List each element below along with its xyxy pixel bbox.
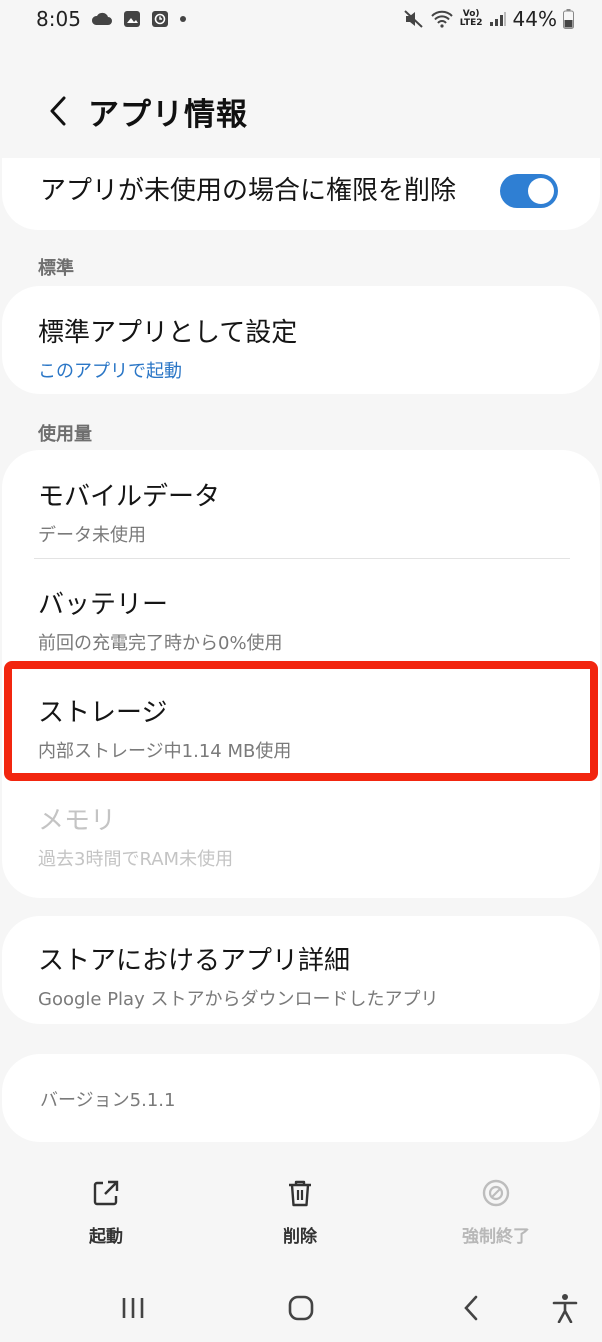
battery-title: バッテリー bbox=[38, 590, 169, 620]
memory-title: メモリ bbox=[38, 806, 117, 836]
battery-icon bbox=[563, 9, 574, 29]
mobile-data-item[interactable]: モバイルデータ データ未使用 bbox=[38, 476, 220, 547]
signal-icon bbox=[489, 11, 507, 27]
battery-item[interactable]: バッテリー 前回の充電完了時から0%使用 bbox=[38, 584, 283, 655]
chevron-left-icon bbox=[50, 96, 66, 126]
permission-card[interactable]: アプリが未使用の場合に権限を削除 bbox=[2, 158, 600, 230]
uninstall-label: 削除 bbox=[283, 1227, 317, 1247]
status-time: 8:05 bbox=[36, 7, 81, 31]
force-stop-label: 強制終了 bbox=[462, 1227, 530, 1247]
battery-sub: 前回の充電完了時から0%使用 bbox=[38, 633, 283, 654]
force-stop-button[interactable]: 強制終了 bbox=[436, 1178, 556, 1247]
section-label-usage: 使用量 bbox=[38, 424, 92, 445]
mobile-data-title: モバイルデータ bbox=[38, 482, 221, 512]
store-details-title: ストアにおけるアプリ詳細 bbox=[38, 946, 351, 976]
version-label: バージョン5.1.1 bbox=[40, 1090, 176, 1111]
system-nav-bar bbox=[0, 1280, 602, 1332]
default-app-sub: このアプリで起動 bbox=[38, 361, 182, 382]
storage-highlight-box bbox=[4, 661, 598, 781]
block-icon bbox=[482, 1179, 510, 1207]
gallery-icon bbox=[123, 10, 141, 28]
default-app-item[interactable]: 標準アプリとして設定 このアプリで起動 bbox=[38, 312, 297, 383]
open-button[interactable]: 起動 bbox=[46, 1178, 166, 1247]
back-button[interactable] bbox=[28, 81, 88, 141]
wifi-icon bbox=[430, 10, 454, 28]
trash-icon bbox=[289, 1180, 311, 1207]
default-app-card[interactable]: 標準アプリとして設定 このアプリで起動 bbox=[2, 286, 600, 394]
memory-sub: 過去3時間でRAM未使用 bbox=[38, 849, 234, 870]
status-bar: 8:05 Vo) LTE2 44% bbox=[0, 0, 602, 38]
remove-permissions-label: アプリが未使用の場合に権限を削除 bbox=[40, 176, 457, 206]
notification-dot-icon bbox=[179, 15, 187, 23]
cloud-icon bbox=[91, 12, 113, 26]
accessibility-button[interactable] bbox=[540, 1290, 590, 1326]
battery-percent: 44% bbox=[512, 7, 557, 31]
network-type-label: Vo) LTE2 bbox=[459, 9, 483, 28]
divider bbox=[34, 558, 570, 559]
back-icon bbox=[464, 1295, 478, 1321]
mute-icon bbox=[404, 10, 424, 28]
uninstall-button[interactable]: 削除 bbox=[240, 1178, 360, 1247]
page-title: アプリ情報 bbox=[88, 96, 248, 133]
memory-item[interactable]: メモリ 過去3時間でRAM未使用 bbox=[38, 800, 233, 871]
remove-permissions-toggle[interactable] bbox=[500, 174, 558, 208]
open-external-icon bbox=[93, 1180, 119, 1206]
section-label-default: 標準 bbox=[38, 258, 74, 279]
store-card[interactable]: ストアにおけるアプリ詳細 Google Play ストアからダウンロードしたアプ… bbox=[2, 916, 600, 1024]
home-button[interactable] bbox=[276, 1290, 326, 1326]
open-label: 起動 bbox=[89, 1227, 123, 1247]
store-details-sub: Google Play ストアからダウンロードしたアプリ bbox=[38, 989, 439, 1010]
clock-app-icon bbox=[151, 10, 169, 28]
mobile-data-sub: データ未使用 bbox=[38, 525, 146, 546]
recents-button[interactable] bbox=[108, 1290, 158, 1326]
accessibility-icon bbox=[552, 1294, 578, 1323]
home-icon bbox=[288, 1295, 314, 1321]
version-card: バージョン5.1.1 bbox=[2, 1054, 600, 1142]
nav-back-button[interactable] bbox=[446, 1290, 496, 1326]
recents-icon bbox=[122, 1298, 144, 1318]
toggle-knob bbox=[528, 178, 554, 204]
default-app-title: 標準アプリとして設定 bbox=[38, 318, 298, 348]
bottom-action-bar: 起動 削除 強制終了 bbox=[0, 1178, 602, 1258]
store-details-item[interactable]: ストアにおけるアプリ詳細 Google Play ストアからダウンロードしたアプ… bbox=[38, 940, 438, 1011]
app-bar: アプリ情報 bbox=[0, 78, 602, 144]
